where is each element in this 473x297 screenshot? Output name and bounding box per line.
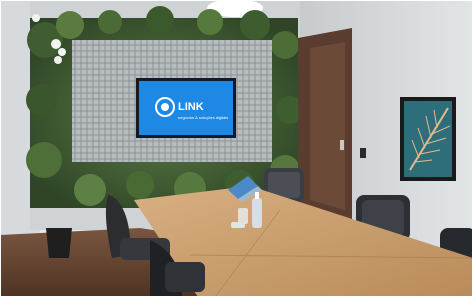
water-bottle xyxy=(252,198,262,228)
coaster xyxy=(231,222,245,228)
trash-bin xyxy=(46,228,72,258)
bottle-cap xyxy=(255,192,259,199)
framed-leaf-art xyxy=(400,97,456,181)
door-handle xyxy=(340,140,344,150)
photo-canvas: LINK negócios & soluções digitais xyxy=(0,0,473,297)
tv-display: LINK negócios & soluções digitais xyxy=(136,78,236,138)
tv-brand: LINK xyxy=(178,101,204,113)
conference-room-photo: LINK negócios & soluções digitais xyxy=(0,0,473,297)
glass-1 xyxy=(238,208,248,224)
wall-switch xyxy=(360,148,366,158)
tv-tagline: negócios & soluções digitais xyxy=(178,115,228,120)
wooden-door xyxy=(298,28,352,222)
